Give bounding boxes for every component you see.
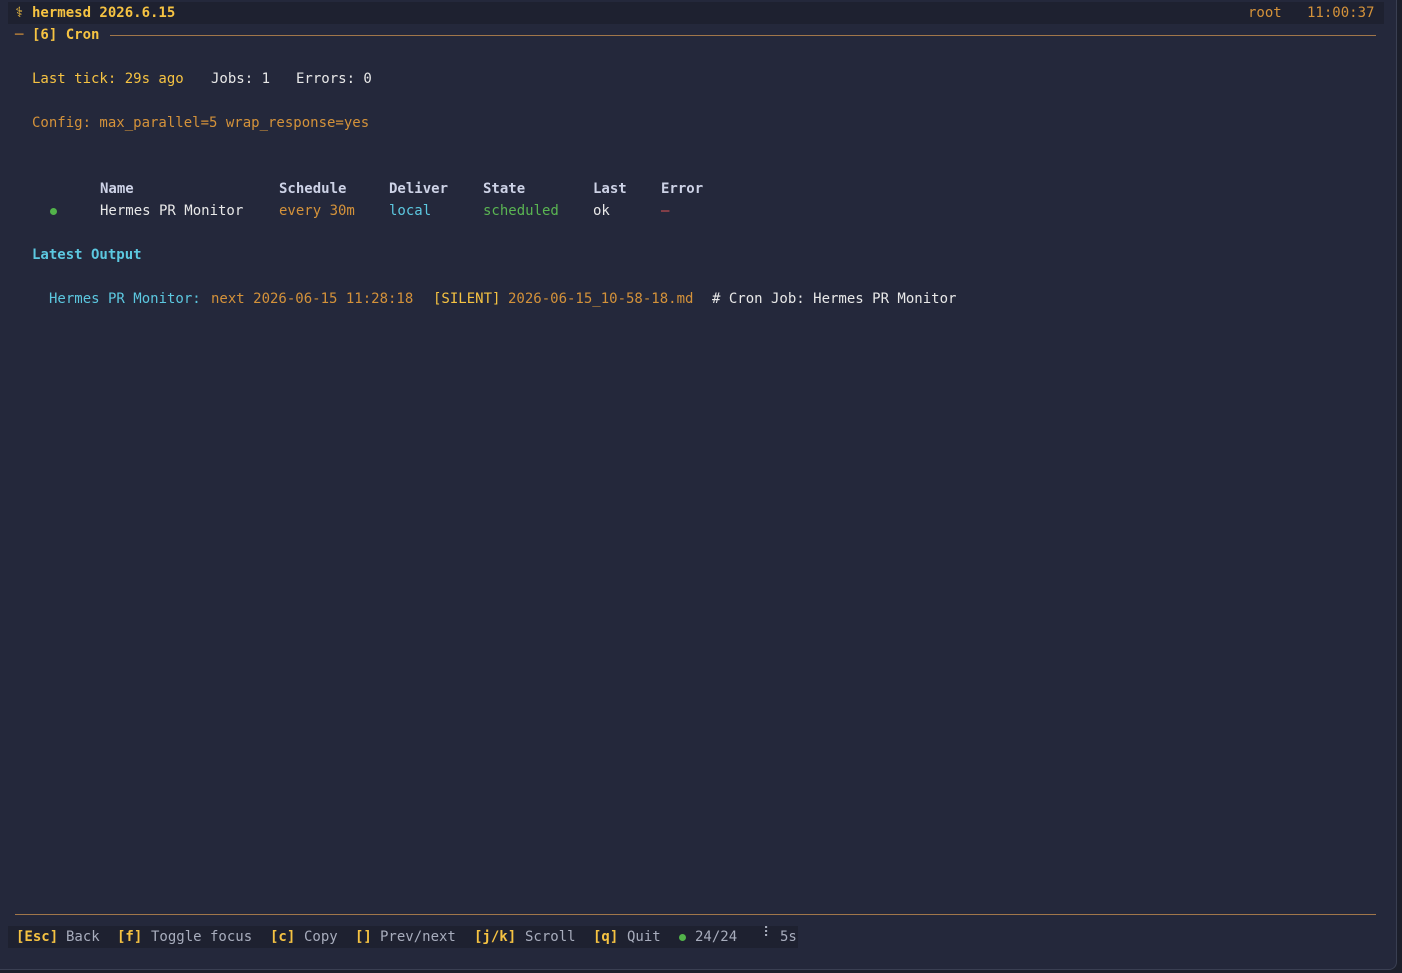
header-deliver: Deliver bbox=[389, 181, 449, 197]
f-label: Toggle focus bbox=[151, 929, 253, 945]
clock: 11:00:37 bbox=[1307, 5, 1375, 21]
latest-output-heading: Latest Output bbox=[32, 247, 142, 263]
update-counter: 24/24 bbox=[695, 929, 738, 945]
output-job-label: Hermes PR Monitor: bbox=[49, 291, 201, 307]
jk-key: [j/k] bbox=[474, 929, 517, 945]
bracket-key: [] bbox=[355, 929, 372, 945]
header-schedule: Schedule bbox=[279, 181, 347, 197]
panel-top-rule bbox=[110, 35, 1376, 36]
output-content: # Cron Job: Hermes PR Monitor bbox=[712, 291, 957, 307]
silent-tag: [SILENT] bbox=[433, 291, 501, 307]
q-label: Quit bbox=[627, 929, 661, 945]
spinner-icon: ⠇ bbox=[763, 925, 774, 941]
esc-key: [Esc] bbox=[16, 929, 59, 945]
panel-title[interactable]: [6] Cron bbox=[32, 26, 99, 44]
job-name: Hermes PR Monitor bbox=[100, 203, 244, 219]
job-last: ok bbox=[593, 203, 610, 219]
panel-left-dash: ─ bbox=[15, 27, 24, 43]
jk-label: Scroll bbox=[525, 929, 576, 945]
job-state: scheduled bbox=[483, 203, 559, 219]
f-key: [f] bbox=[117, 929, 143, 945]
config-line: Config: max_parallel=5 wrap_response=yes bbox=[32, 115, 370, 131]
bracket-label: Prev/next bbox=[380, 929, 456, 945]
title-bar bbox=[8, 2, 1384, 24]
job-deliver: local bbox=[389, 203, 432, 219]
refresh-interval: 5s bbox=[780, 929, 797, 945]
header-state: State bbox=[483, 181, 526, 197]
jobs-count: Jobs: 1 bbox=[211, 71, 271, 87]
status-dot-icon bbox=[50, 208, 57, 215]
user-label: root bbox=[1248, 5, 1282, 21]
last-tick: Last tick: 29s ago bbox=[32, 71, 184, 87]
caduceus-icon: ⚕ bbox=[15, 5, 24, 21]
app-title: hermesd 2026.6.15 bbox=[32, 5, 176, 21]
header-last: Last bbox=[593, 181, 627, 197]
job-error: — bbox=[661, 203, 670, 219]
esc-label: Back bbox=[66, 929, 100, 945]
output-next-run: next 2026-06-15 11:28:18 bbox=[211, 291, 414, 307]
header-name: Name bbox=[100, 181, 134, 197]
job-schedule: every 30m bbox=[279, 203, 355, 219]
c-label: Copy bbox=[304, 929, 338, 945]
panel-bottom-rule bbox=[15, 914, 1376, 915]
live-status-icon bbox=[679, 934, 686, 941]
c-key: [c] bbox=[270, 929, 296, 945]
terminal-window: ⚕ hermesd 2026.6.15 root 11:00:37 ─ [6] … bbox=[0, 0, 1397, 970]
header-error: Error bbox=[661, 181, 704, 197]
q-key: [q] bbox=[593, 929, 619, 945]
errors-count: Errors: 0 bbox=[296, 71, 372, 87]
output-file-name: 2026-06-15_10-58-18.md bbox=[508, 291, 694, 307]
